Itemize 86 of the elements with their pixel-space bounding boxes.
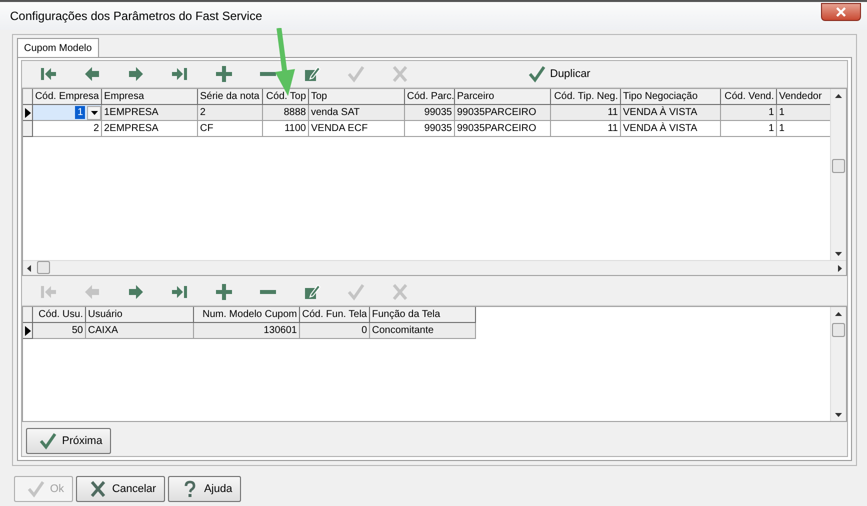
table-cell: VENDA ECF	[309, 121, 405, 137]
table-cell: 1EMPRESA	[102, 105, 198, 121]
left-arrow-icon	[83, 283, 101, 301]
right-arrow-icon	[127, 283, 145, 301]
table-cell: 99035PARCEIRO	[455, 121, 551, 137]
row-pointer-icon	[24, 326, 30, 336]
scrollbar-thumb[interactable]	[832, 323, 845, 337]
table-cell: 99035PARCEIRO	[455, 105, 551, 121]
next-button[interactable]: Próxima	[26, 428, 112, 454]
table-cell: 0	[300, 323, 370, 339]
table-cell-editor[interactable]: 1	[33, 105, 102, 121]
column-header[interactable]: Vendedor	[777, 89, 830, 105]
plus-icon	[215, 65, 233, 83]
first-record-icon	[39, 65, 57, 83]
column-header[interactable]: Top	[309, 89, 405, 105]
table-cell: 8888	[263, 105, 309, 121]
column-header[interactable]: Cód. Parc.	[405, 89, 455, 105]
table-cell: 2EMPRESA	[102, 121, 198, 137]
table-cell: 1100	[263, 121, 309, 137]
table-cell: 2	[33, 121, 102, 137]
column-header[interactable]: Tipo Negociação	[621, 89, 721, 105]
column-header[interactable]: Cód. Vend.	[721, 89, 777, 105]
duplicate-button[interactable]: Duplicar	[524, 62, 594, 86]
scroll-up-icon	[835, 312, 842, 316]
table-cell: 1	[721, 121, 777, 137]
table-cell: VENDA À VISTA	[621, 105, 721, 121]
checkmark-icon	[39, 432, 57, 450]
scroll-down-icon	[835, 413, 842, 417]
minus-icon	[260, 290, 276, 294]
tab[interactable]: Cupom Modelo	[17, 38, 99, 57]
scroll-up-icon	[835, 94, 842, 98]
left-arrow-icon	[83, 65, 101, 83]
cancel-button[interactable]: Cancelar	[76, 476, 166, 502]
column-header[interactable]: Cód. Fun. Tela	[300, 307, 370, 323]
table-cell: 11	[551, 121, 621, 137]
window-title: Configurações dos Parâmetros do Fast Service	[10, 9, 262, 23]
dropdown-arrow-icon	[90, 110, 98, 114]
x-icon	[391, 283, 409, 301]
scrollbar-thumb[interactable]	[832, 159, 845, 173]
pencil-icon	[303, 283, 321, 301]
table-cell: 99035	[405, 121, 455, 137]
checkmark-icon	[27, 480, 45, 498]
column-header[interactable]: Cód. Usu.	[33, 307, 86, 323]
column-header[interactable]: Usuário	[86, 307, 194, 323]
checkmark-icon	[528, 65, 546, 83]
table-cell: 1	[777, 105, 830, 121]
row-indicator[interactable]	[23, 323, 33, 339]
column-header[interactable]: Cód. Top	[263, 89, 309, 105]
help-button[interactable]: Ajuda	[168, 476, 242, 502]
table-cell: venda SAT	[309, 105, 405, 121]
right-arrow-icon	[127, 65, 145, 83]
table-cell: 11	[551, 105, 621, 121]
first-record-icon	[39, 283, 57, 301]
table-cell: 130601	[194, 323, 300, 339]
row-indicator[interactable]	[23, 105, 33, 121]
table-cell: 1	[721, 105, 777, 121]
pencil-icon	[303, 65, 321, 83]
checkmark-icon	[347, 65, 365, 83]
table-cell: 99035	[405, 105, 455, 121]
column-header[interactable]: Empresa	[102, 89, 198, 105]
table-cell: 50	[33, 323, 86, 339]
table-cell: VENDA À VISTA	[621, 121, 721, 137]
column-header[interactable]: Parceiro	[455, 89, 551, 105]
table-cell: 2	[198, 105, 263, 121]
scroll-left-icon	[27, 264, 31, 272]
close-button[interactable]	[821, 3, 861, 21]
column-header[interactable]: Função da Tela	[370, 307, 476, 323]
checkmark-icon	[347, 283, 365, 301]
scroll-right-icon	[838, 264, 842, 272]
column-header[interactable]: Cód. Empresa	[33, 89, 102, 105]
x-icon	[89, 480, 108, 498]
column-header[interactable]: Série da nota	[198, 89, 263, 105]
last-record-icon	[171, 65, 189, 83]
scroll-down-icon	[835, 252, 842, 256]
x-icon	[391, 65, 409, 83]
column-header[interactable]: Cód. Tip. Neg.	[551, 89, 621, 105]
plus-icon	[215, 283, 233, 301]
close-icon	[836, 7, 846, 17]
table-cell: CAIXA	[86, 323, 194, 339]
last-record-icon	[171, 283, 189, 301]
row-pointer-icon	[24, 108, 30, 118]
scrollbar-thumb[interactable]	[37, 261, 50, 274]
table-cell: CF	[198, 121, 263, 137]
minus-icon	[260, 72, 276, 76]
table-cell: Concomitante	[370, 323, 476, 339]
column-header[interactable]: Num. Modelo Cupom	[194, 307, 300, 323]
